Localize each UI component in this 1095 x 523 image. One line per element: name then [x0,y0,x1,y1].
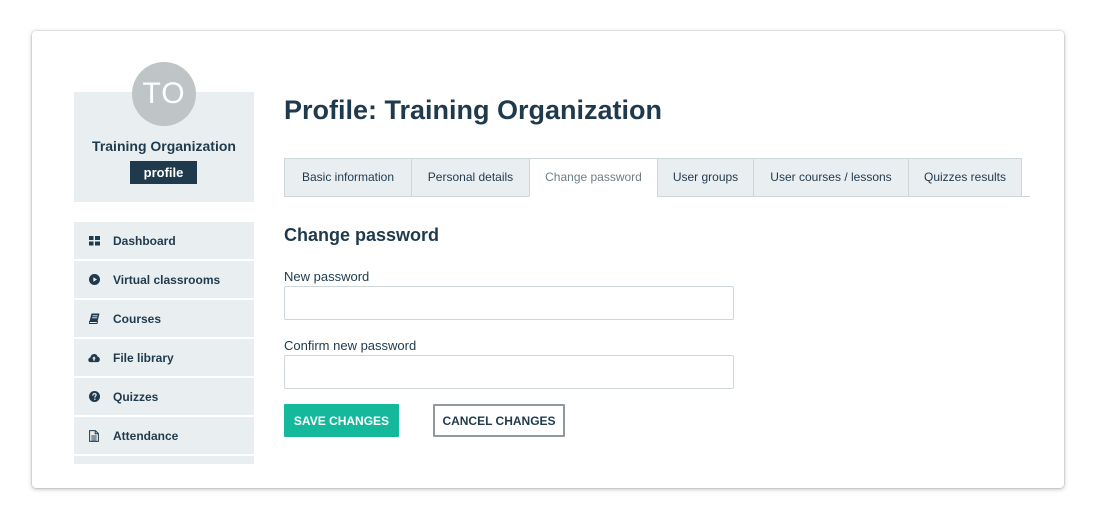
confirm-password-field[interactable] [284,355,734,389]
new-password-label: New password [284,269,370,284]
sidebar-item-file-library[interactable]: File library [74,339,254,376]
sidebar-nav: Dashboard Virtual classrooms Courses Fil… [74,222,254,464]
sidebar-item-partial[interactable] [74,456,254,464]
tab-quizzes-results[interactable]: Quizzes results [908,158,1022,197]
sidebar-item-label: File library [113,350,174,365]
profile-summary: TO Training Organization profile [74,62,254,202]
tab-user-groups[interactable]: User groups [657,158,753,197]
profile-card: TO Training Organization profile Dashboa… [32,31,1064,488]
sidebar-item-quizzes[interactable]: Quizzes [74,378,254,415]
sidebar-item-attendance[interactable]: Attendance [74,417,254,454]
profile-tabs: Basic information Personal details Chang… [284,158,1030,197]
save-changes-button[interactable]: SAVE CHANGES [284,404,399,437]
question-circle-icon [88,391,100,403]
confirm-password-label: Confirm new password [284,338,417,353]
play-circle-icon [88,274,100,286]
cloud-upload-icon [88,352,100,364]
sidebar-item-label: Attendance [113,428,179,443]
tab-change-password[interactable]: Change password [529,158,657,197]
sidebar-item-virtual-classrooms[interactable]: Virtual classrooms [74,261,254,298]
sidebar-item-label: Virtual classrooms [113,272,221,287]
sidebar-item-label: Courses [113,311,162,326]
sidebar-item-courses[interactable]: Courses [74,300,254,337]
document-icon [88,429,100,442]
page-title: Profile: Training Organization [284,95,663,125]
sidebar-item-label: Quizzes [113,389,159,404]
sidebar-item-dashboard[interactable]: Dashboard [74,222,254,259]
sidebar-item-label: Dashboard [113,233,176,248]
cancel-changes-button[interactable]: CANCEL CHANGES [433,404,565,437]
avatar: TO [132,62,196,126]
tab-personal-details[interactable]: Personal details [411,158,529,197]
tab-basic-information[interactable]: Basic information [284,158,411,197]
profile-name: Training Organization [92,138,236,154]
tab-user-courses-lessons[interactable]: User courses / lessons [753,158,908,197]
profile-badge: profile [130,161,197,184]
section-title: Change password [284,225,440,245]
grid-icon [88,235,100,247]
new-password-field[interactable] [284,286,734,320]
book-icon [88,313,100,325]
